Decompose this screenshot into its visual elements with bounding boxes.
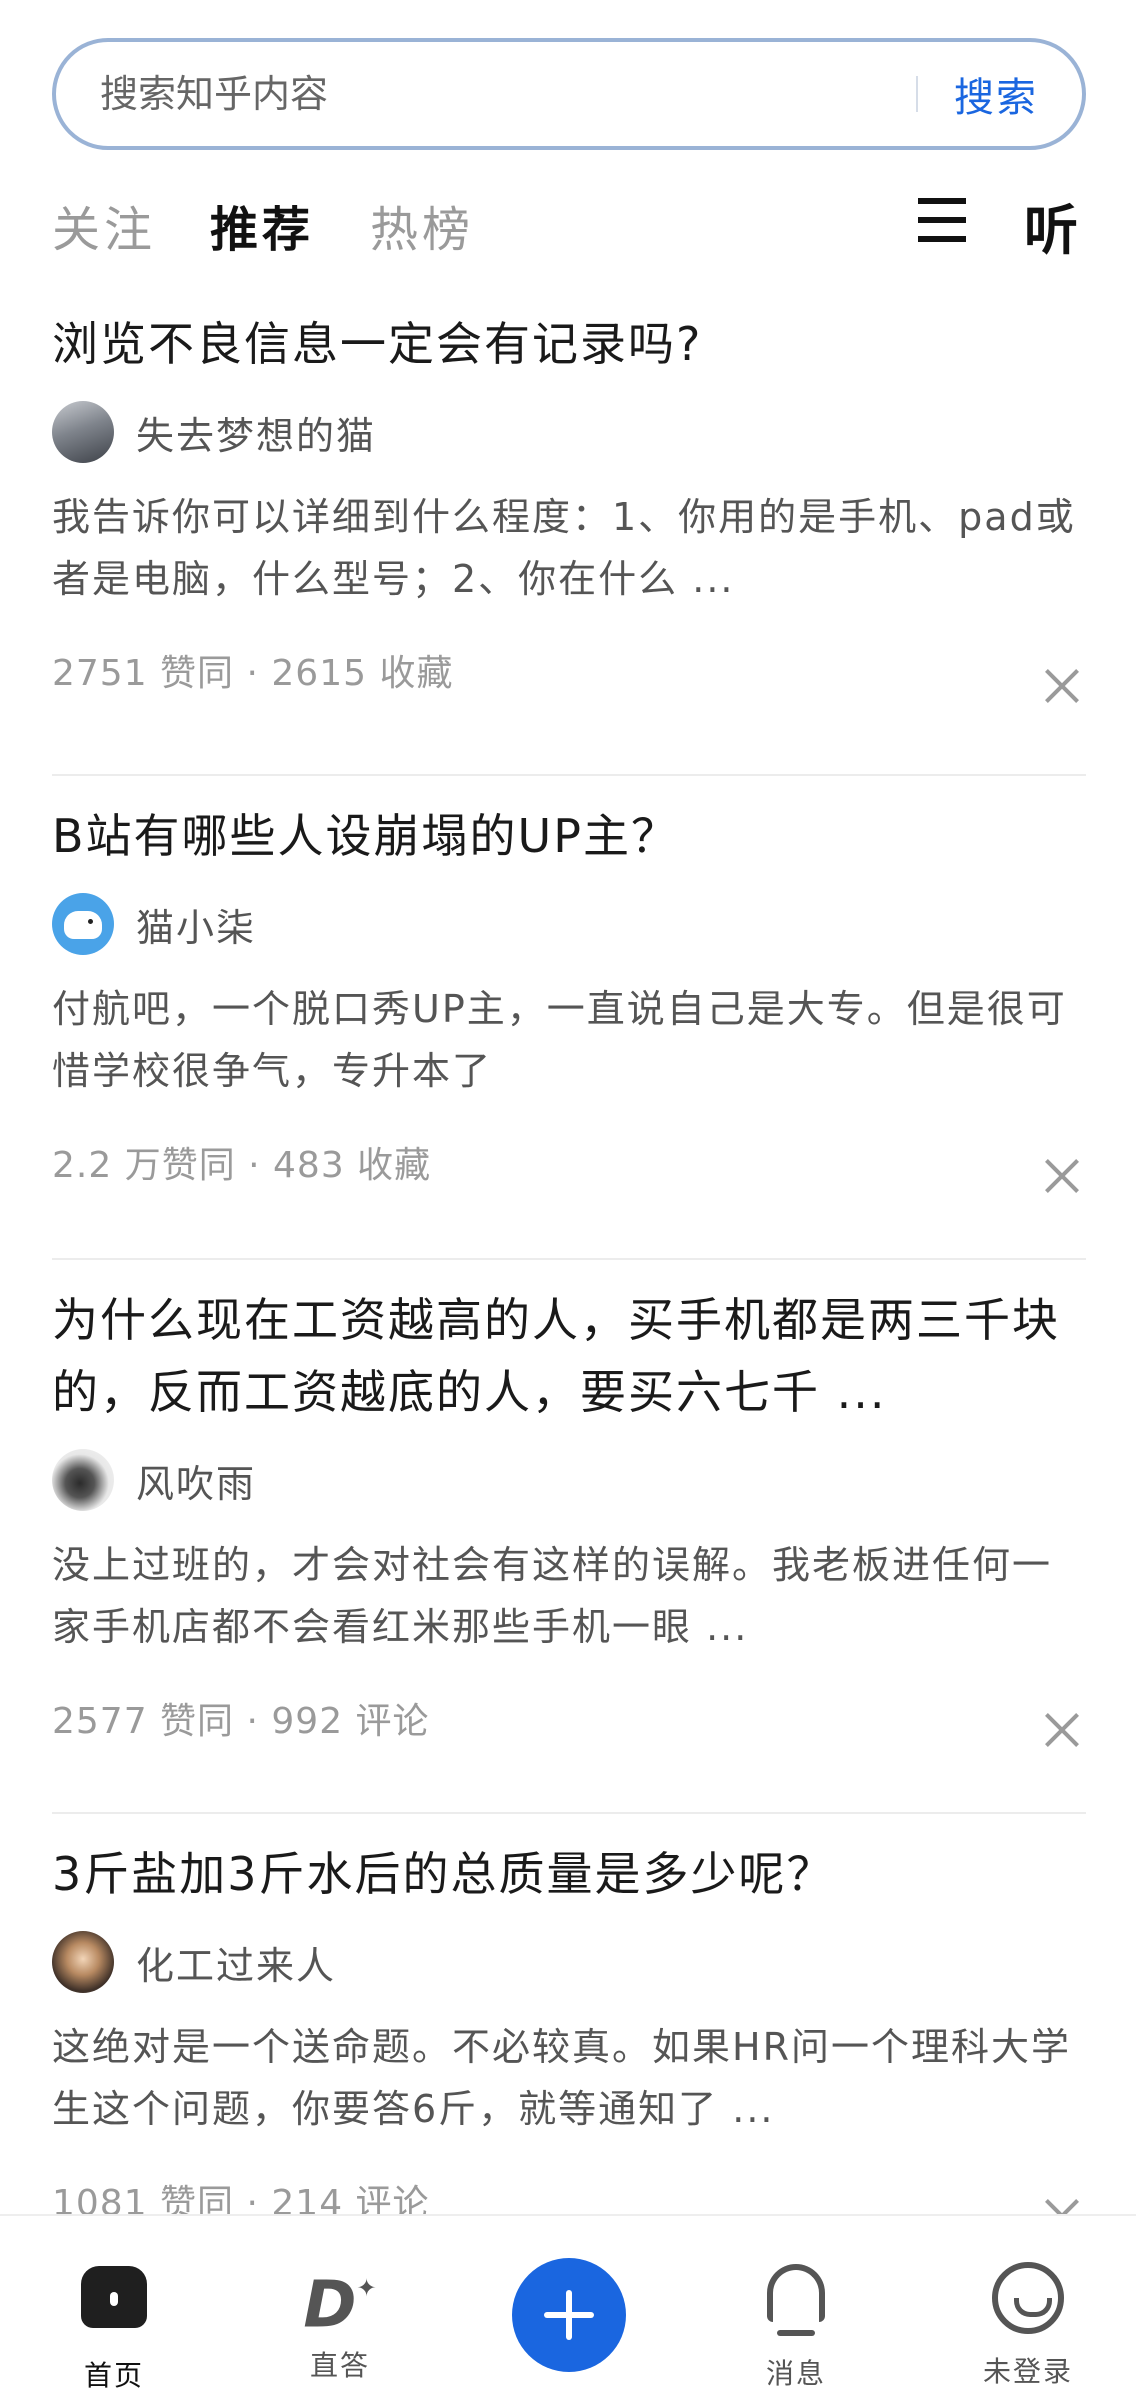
question-title[interactable]: B站有哪些人设崩塌的UP主？	[52, 792, 1086, 872]
home-icon-shape	[81, 2266, 147, 2328]
profile-icon	[988, 2262, 1068, 2342]
answer-excerpt[interactable]: 这绝对是一个送命题。不必较真。如果HR问一个理科大学生这个问题，你要答6斤，就等…	[52, 2016, 1086, 2140]
feed-card[interactable]: 为什么现在工资越高的人，买手机都是两三千块的，反而工资越底的人，要买六七千 ..…	[52, 1260, 1086, 1814]
question-title[interactable]: 3斤盐加3斤水后的总质量是多少呢？	[52, 1830, 1086, 1910]
tab-hot-list[interactable]: 热榜	[370, 190, 474, 260]
author-name[interactable]: 失去梦想的猫	[136, 405, 376, 460]
author-avatar[interactable]	[52, 1931, 114, 1993]
author-name[interactable]: 化工过来人	[136, 1935, 336, 1990]
feed-card[interactable]: 3斤盐加3斤水后的总质量是多少呢？ 化工过来人 这绝对是一个送命题。不必较真。如…	[52, 1814, 1086, 2274]
zhihu-home-page: 搜索 关注 推荐 热榜 听 浏览不良信息一定会有记录吗? 失去梦想的猫 我告诉你…	[0, 0, 1136, 2400]
zhida-glyph: D	[303, 2268, 357, 2343]
author-avatar[interactable]	[52, 893, 114, 955]
answer-excerpt[interactable]: 没上过班的，才会对社会有这样的误解。我老板进任何一家手机店都不会看红米那些手机一…	[52, 1534, 1086, 1658]
home-icon	[74, 2266, 154, 2346]
feed-list: 浏览不良信息一定会有记录吗? 失去梦想的猫 我告诉你可以详细到什么程度：1、你用…	[52, 300, 1086, 2274]
author-name[interactable]: 风吹雨	[136, 1453, 256, 1508]
nav-login-label: 未登录	[982, 2355, 1073, 2388]
nav-home-label: 首页	[83, 2359, 144, 2392]
answer-excerpt[interactable]: 我告诉你可以详细到什么程度：1、你用的是手机、pad或者是电脑，什么型号；2、你…	[52, 486, 1086, 610]
tab-recommend[interactable]: 推荐	[210, 190, 314, 262]
author-avatar[interactable]	[52, 401, 114, 463]
menu-icon-bar	[918, 236, 966, 242]
search-input[interactable]	[100, 72, 896, 116]
search-divider	[916, 76, 918, 112]
close-icon[interactable]	[1042, 1710, 1082, 1750]
question-title[interactable]: 浏览不良信息一定会有记录吗?	[52, 300, 1086, 380]
answer-stats: 2751 赞同 · 2615 收藏	[52, 653, 454, 694]
bell-icon	[756, 2264, 836, 2344]
nav-messages-label: 消息	[765, 2357, 826, 2390]
profile-icon-shape	[992, 2262, 1064, 2334]
author-row[interactable]: 化工过来人	[52, 1930, 1086, 1994]
author-row[interactable]: 猫小柒	[52, 892, 1086, 956]
bell-icon-shape	[767, 2264, 825, 2336]
feed-tabs: 关注 推荐 热榜 听	[52, 190, 1086, 270]
nav-zhida-label: 直答	[309, 2349, 370, 2382]
close-icon[interactable]	[1042, 666, 1082, 706]
author-row[interactable]: 失去梦想的猫	[52, 400, 1086, 464]
feed-card[interactable]: 浏览不良信息一定会有记录吗? 失去梦想的猫 我告诉你可以详细到什么程度：1、你用…	[52, 300, 1086, 776]
close-icon[interactable]	[1042, 1156, 1082, 1196]
answer-stats: 2577 赞同 · 992 评论	[52, 1701, 430, 1742]
bottom-nav: 首页 D✦ 直答 消息 未登录	[0, 2214, 1136, 2400]
author-row[interactable]: 风吹雨	[52, 1448, 1086, 1512]
feed-card[interactable]: B站有哪些人设崩塌的UP主？ 猫小柒 付航吧，一个脱口秀UP主，一直说自己是大专…	[52, 776, 1086, 1260]
nav-home[interactable]: 首页	[44, 2256, 184, 2394]
nav-zhida[interactable]: D✦ 直答	[270, 2256, 410, 2384]
nav-messages[interactable]: 消息	[726, 2256, 866, 2392]
plus-icon[interactable]	[512, 2258, 626, 2372]
menu-icon-bar	[918, 198, 966, 204]
tab-follow[interactable]: 关注	[52, 190, 156, 260]
author-name[interactable]: 猫小柒	[136, 897, 256, 952]
answer-excerpt[interactable]: 付航吧，一个脱口秀UP主，一直说自己是大专。但是很可惜学校很争气，专升本了	[52, 978, 1086, 1102]
author-avatar[interactable]	[52, 1449, 114, 1511]
question-title[interactable]: 为什么现在工资越高的人，买手机都是两三千块的，反而工资越底的人，要买六七千 ..…	[52, 1276, 1086, 1428]
search-bar: 搜索	[52, 38, 1086, 150]
search-button[interactable]: 搜索	[954, 65, 1038, 123]
menu-icon-bar	[918, 217, 966, 223]
zhida-icon: D✦	[303, 2268, 377, 2343]
nav-login[interactable]: 未登录	[958, 2256, 1098, 2390]
menu-icon[interactable]	[918, 192, 976, 246]
answer-stats: 2.2 万赞同 · 483 收藏	[52, 1145, 432, 1186]
listen-button[interactable]: 听	[1024, 186, 1078, 265]
